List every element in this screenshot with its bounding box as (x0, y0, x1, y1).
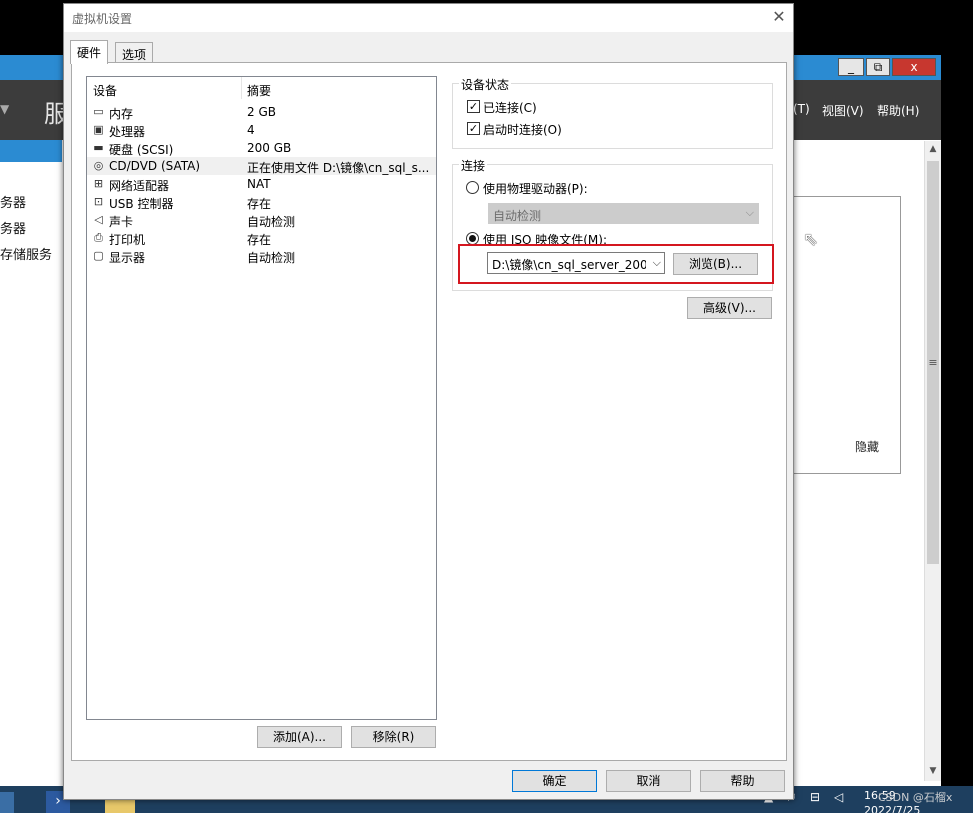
device-name: USB 控制器 (109, 197, 174, 211)
device-row-disk[interactable]: ▬ 硬盘 (SCSI) 200 GB (87, 139, 436, 157)
display-icon: ▢ (93, 249, 104, 262)
sidebar-item[interactable]: 务器 (0, 218, 26, 237)
chevron-down-icon: ⌵ (745, 206, 754, 219)
device-row-sound[interactable]: ◁ 声卡 自动检测 (87, 211, 436, 229)
menu-help[interactable]: 帮助(H) (877, 102, 919, 119)
memory-icon: ▭ (93, 105, 104, 118)
device-name: 显示器 (109, 251, 146, 265)
device-summary: 存在 (247, 197, 272, 211)
clock-date[interactable]: 2022/7/25 (864, 804, 920, 813)
sidebar-item[interactable]: 务器 (0, 192, 26, 211)
menu-tools[interactable]: (T) (793, 102, 810, 116)
device-status-group: 设备状态 ✓ 已连接(C) ✓ 启动时连接(O) (452, 76, 773, 149)
sidebar-selected-item[interactable] (0, 140, 62, 162)
device-row-printer[interactable]: ⎙ 打印机 存在 (87, 229, 436, 247)
vm-settings-dialog: 虚拟机设置 ✕ 硬件 选项 设备 摘要 ▭ 内存 2 GB ▣ 处理器 4 ▬ … (63, 3, 794, 800)
hide-link[interactable]: 隐藏 (855, 438, 879, 455)
minimize-button[interactable]: _ (838, 58, 864, 76)
sidebar-item[interactable]: 存储服务 (0, 244, 52, 263)
help-button[interactable]: 帮助 (700, 770, 785, 792)
device-name: 内存 (109, 107, 134, 121)
highlight-box (458, 244, 774, 284)
column-separator[interactable] (241, 77, 242, 99)
restore-button[interactable]: ⧉ (866, 58, 890, 76)
disk-icon: ▬ (93, 141, 104, 154)
device-list-header: 设备 摘要 (87, 77, 436, 99)
advanced-button[interactable]: 高级(V)... (687, 297, 772, 319)
device-name: CD/DVD (SATA) (109, 159, 201, 173)
dialog-title: 虚拟机设置 (72, 12, 133, 26)
menu-view[interactable]: 视图(V) (822, 102, 864, 119)
scroll-up-icon[interactable]: ▲ (925, 144, 941, 154)
device-list[interactable]: 设备 摘要 ▭ 内存 2 GB ▣ 处理器 4 ▬ 硬盘 (SCSI) 200 … (86, 76, 437, 720)
vertical-scrollbar[interactable]: ▲ ≡ ▼ (924, 141, 941, 781)
device-summary: 存在 (247, 233, 272, 247)
start-button[interactable] (0, 792, 14, 813)
network-icon: ⊞ (93, 177, 104, 190)
device-summary: 自动检测 (247, 251, 296, 265)
connection-label: 连接 (459, 157, 488, 174)
network-tray-icon[interactable]: ⊟ (810, 790, 820, 804)
device-row-memory[interactable]: ▭ 内存 2 GB (87, 103, 436, 121)
add-button[interactable]: 添加(A)... (257, 726, 342, 748)
device-row-network[interactable]: ⊞ 网络适配器 NAT (87, 175, 436, 193)
dialog-titlebar: 虚拟机设置 ✕ (64, 4, 793, 32)
device-status-label: 设备状态 (459, 76, 512, 93)
device-summary: NAT (247, 177, 271, 191)
device-summary: 自动检测 (247, 215, 296, 229)
device-summary: 正在使用文件 D:\镜像\cn_sql_s... (247, 161, 430, 175)
device-row-usb[interactable]: ⊡ USB 控制器 存在 (87, 193, 436, 211)
device-name: 处理器 (109, 125, 146, 139)
hardware-panel: 设备 摘要 ▭ 内存 2 GB ▣ 处理器 4 ▬ 硬盘 (SCSI) 200 … (71, 62, 787, 761)
device-row-display[interactable]: ▢ 显示器 自动检测 (87, 247, 436, 265)
cd-icon: ◎ (93, 159, 104, 172)
cancel-button[interactable]: 取消 (606, 770, 691, 792)
column-device[interactable]: 设备 (93, 82, 117, 99)
column-summary[interactable]: 摘要 (247, 82, 271, 99)
volume-muted-icon[interactable]: ◁ (834, 790, 843, 804)
physical-drive-select: 自动检测 ⌵ (488, 203, 759, 224)
scroll-grip-icon: ≡ (928, 356, 938, 369)
device-row-cd-dvd[interactable]: ◎ CD/DVD (SATA) 正在使用文件 D:\镜像\cn_sql_s... (87, 157, 436, 175)
physical-drive-label[interactable]: 使用物理驱动器(P): (483, 180, 588, 197)
server-manager-sidebar: 务器 务器 存储服务 (0, 140, 62, 795)
device-row-processor[interactable]: ▣ 处理器 4 (87, 121, 436, 139)
processor-icon: ▣ (93, 123, 104, 136)
printer-icon: ⎙ (94, 231, 103, 244)
remove-button[interactable]: 移除(R) (351, 726, 436, 748)
watermark: CSDN @石榴x (878, 791, 953, 804)
device-name: 网络适配器 (109, 179, 170, 193)
tab-hardware[interactable]: 硬件 (70, 40, 109, 64)
close-button[interactable]: x (892, 58, 936, 76)
device-name: 声卡 (109, 215, 134, 229)
tab-options[interactable]: 选项 (115, 42, 154, 64)
device-name: 硬盘 (SCSI) (109, 143, 174, 157)
device-name: 打印机 (109, 233, 146, 247)
usb-icon: ⊡ (93, 195, 104, 208)
connect-at-power-on-label[interactable]: 启动时连接(O) (483, 121, 562, 138)
device-summary: 200 GB (247, 141, 292, 155)
physical-drive-radio[interactable] (466, 181, 479, 194)
mouse-cursor-icon: ⇖ (803, 229, 819, 250)
device-summary: 2 GB (247, 105, 276, 119)
scroll-down-icon[interactable]: ▼ (925, 766, 941, 776)
connected-checkbox[interactable]: ✓ (467, 100, 480, 113)
back-arrow-icon[interactable]: ▼ (0, 102, 9, 116)
connect-at-power-on-checkbox[interactable]: ✓ (467, 122, 480, 135)
device-summary: 4 (247, 123, 255, 137)
connected-label[interactable]: 已连接(C) (483, 99, 537, 116)
sound-icon: ◁ (94, 213, 103, 226)
close-icon[interactable]: ✕ (769, 7, 789, 27)
physical-drive-value: 自动检测 (493, 209, 542, 223)
ok-button[interactable]: 确定 (512, 770, 597, 792)
